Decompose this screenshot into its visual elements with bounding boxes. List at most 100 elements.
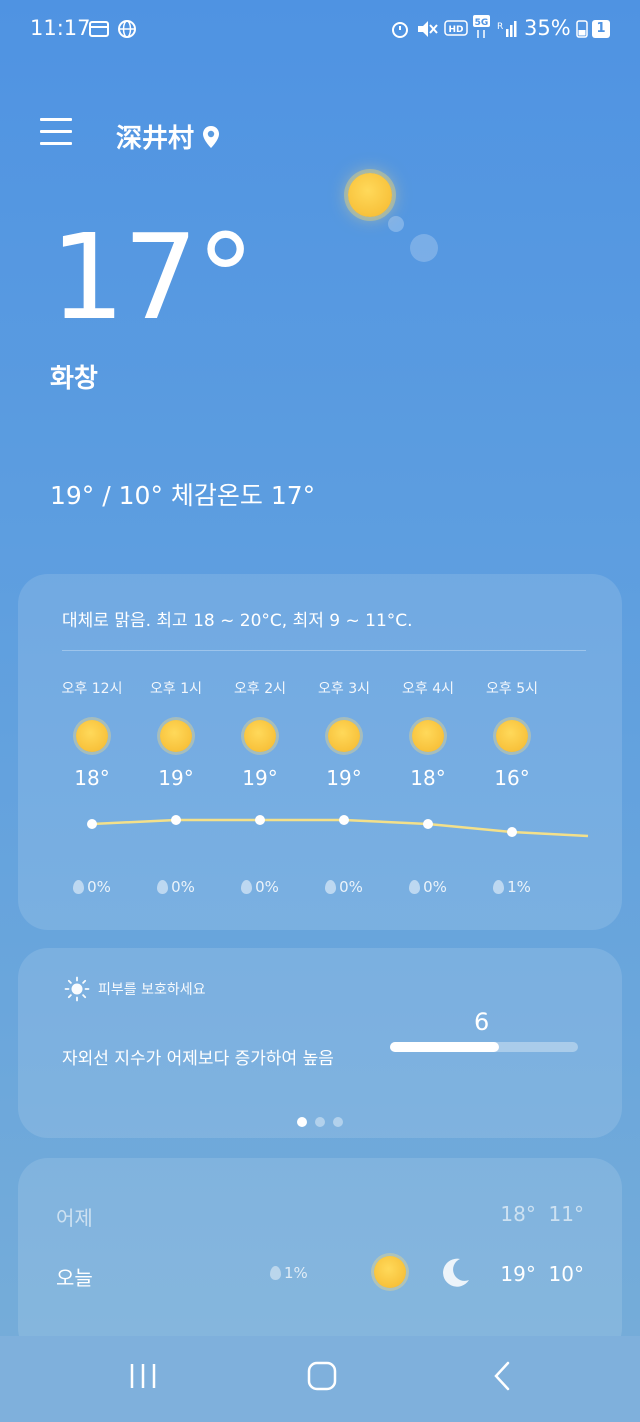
weather-sun-icon	[348, 173, 392, 217]
day-low: 10°	[548, 1262, 584, 1286]
hour-time: 오후 4시	[402, 681, 454, 697]
hourly-forecast-card[interactable]: 대체로 맑음. 최고 18 ~ 20°C, 최저 9 ~ 11°C. 오후 12…	[18, 574, 622, 930]
battery-percent: 35%	[524, 16, 571, 40]
day-name: 오늘	[56, 1266, 93, 1290]
svg-text:HD: HD	[448, 25, 463, 35]
sun-icon	[496, 720, 528, 752]
hourly-item: 오후 2시 19°	[220, 678, 300, 790]
wallet-icon	[89, 21, 109, 37]
temperature-point	[507, 827, 517, 837]
day-name: 어제	[56, 1206, 93, 1230]
home-button[interactable]	[306, 1360, 338, 1392]
hourly-item: 오후 3시 19°	[304, 678, 384, 790]
svg-text:5G: 5G	[475, 18, 489, 28]
alarm-icon	[392, 22, 408, 38]
sun-icon	[244, 720, 276, 752]
sun-icon	[76, 720, 108, 752]
lens-flare	[388, 216, 404, 232]
menu-button[interactable]	[40, 118, 72, 148]
rain-chance: 0%	[171, 878, 195, 896]
hour-time: 오후 1시	[150, 681, 202, 697]
rain-chance: 0%	[87, 878, 111, 896]
hourly-item: 오후 4시 18°	[388, 678, 468, 790]
divider	[62, 650, 586, 651]
hour-time: 오후 2시	[234, 681, 286, 697]
page-dot-active[interactable]	[297, 1117, 307, 1127]
daily-row-yesterday[interactable]: 어제 18° 11°	[18, 1196, 622, 1236]
hour-temp: 19°	[326, 766, 362, 790]
uv-level-bar	[390, 1042, 578, 1052]
raindrop-icon	[241, 880, 253, 894]
uv-sun-icon	[64, 976, 90, 1002]
current-temperature: 17°	[50, 208, 255, 346]
rain-chance: 0%	[339, 878, 363, 896]
temperature-point	[423, 819, 433, 829]
raindrop-icon	[157, 880, 169, 894]
night-moon-icon	[443, 1258, 469, 1287]
forecast-summary: 대체로 맑음. 최고 18 ~ 20°C, 최저 9 ~ 11°C.	[62, 611, 413, 631]
day-temps: 18° 11°	[500, 1202, 584, 1226]
day-temps: 19° 10°	[500, 1262, 584, 1286]
sun-icon	[328, 720, 360, 752]
uv-value: 6	[474, 1008, 490, 1036]
raindrop-icon	[325, 880, 337, 894]
mute-icon	[418, 21, 438, 37]
hour-temp: 16°	[494, 766, 530, 790]
day-high: 19°	[500, 1262, 536, 1286]
menu-icon-line	[40, 130, 72, 133]
hourly-item: 오후 5시 16°	[472, 678, 552, 790]
rain-chance: 1%	[507, 878, 531, 896]
uv-header: 피부를 보호하세요	[64, 976, 206, 1002]
day-sun-icon	[374, 1256, 406, 1288]
hour-rain: 0%	[220, 878, 300, 896]
hourly-item: 오후 12시 18°	[52, 678, 132, 790]
temperature-point	[171, 815, 181, 825]
menu-icon-line	[40, 142, 72, 145]
network-5g-icon: 5G	[473, 15, 490, 38]
temperature-point	[339, 815, 349, 825]
minmax-feels-like: 19° / 10° 체감온도 17°	[50, 481, 316, 510]
uv-description: 자외선 지수가 어제보다 증가하여 높음	[62, 1049, 334, 1069]
hour-temp: 18°	[74, 766, 110, 790]
globe-icon	[118, 20, 136, 38]
weather-condition: 화창	[50, 364, 98, 394]
raindrop-icon	[73, 880, 85, 894]
daily-forecast-card[interactable]: 어제 18° 11° 오늘 1% 19° 10°	[18, 1158, 622, 1358]
temperature-point	[255, 815, 265, 825]
uv-index-card[interactable]: 피부를 보호하세요 자외선 지수가 어제보다 증가하여 높음 6	[18, 948, 622, 1138]
location-pin-icon	[203, 125, 220, 148]
lens-flare	[410, 234, 438, 262]
recent-apps-button[interactable]	[128, 1360, 158, 1392]
svg-text:R: R	[497, 22, 503, 32]
rain-chance: 0%	[255, 878, 279, 896]
temperature-point	[87, 819, 97, 829]
temperature-line-chart	[87, 815, 589, 838]
hour-rain: 1%	[472, 878, 552, 896]
hour-rain: 0%	[52, 878, 132, 896]
raindrop-icon	[493, 880, 505, 894]
status-bar: 11:17 HD 5G R 35% 1	[0, 0, 640, 60]
day-low: 11°	[548, 1202, 584, 1226]
hour-temp: 19°	[242, 766, 278, 790]
page-dot[interactable]	[333, 1117, 343, 1127]
page-indicator	[18, 1112, 622, 1131]
back-button[interactable]	[490, 1360, 514, 1392]
rain-chance: 0%	[423, 878, 447, 896]
hour-rain: 0%	[388, 878, 468, 896]
navigation-bar	[0, 1336, 640, 1422]
uv-level-fill	[390, 1042, 500, 1052]
page-dot[interactable]	[315, 1117, 325, 1127]
day-rain: 1%	[270, 1264, 308, 1282]
sim-badge: 1	[592, 20, 610, 38]
hourly-item: 오후 1시 19°	[136, 678, 216, 790]
hour-time: 오후 5시	[486, 681, 538, 697]
hour-temp: 18°	[410, 766, 446, 790]
hd-voice-icon: HD	[444, 20, 468, 36]
raindrop-icon	[270, 1266, 281, 1280]
daily-row-today[interactable]: 오늘 1% 19° 10°	[18, 1256, 622, 1296]
raindrop-icon	[409, 880, 421, 894]
location-title[interactable]: 深井村	[116, 118, 220, 155]
signal-icon: R	[497, 21, 517, 37]
hour-time: 오후 3시	[318, 681, 370, 697]
hour-rain: 0%	[304, 878, 384, 896]
